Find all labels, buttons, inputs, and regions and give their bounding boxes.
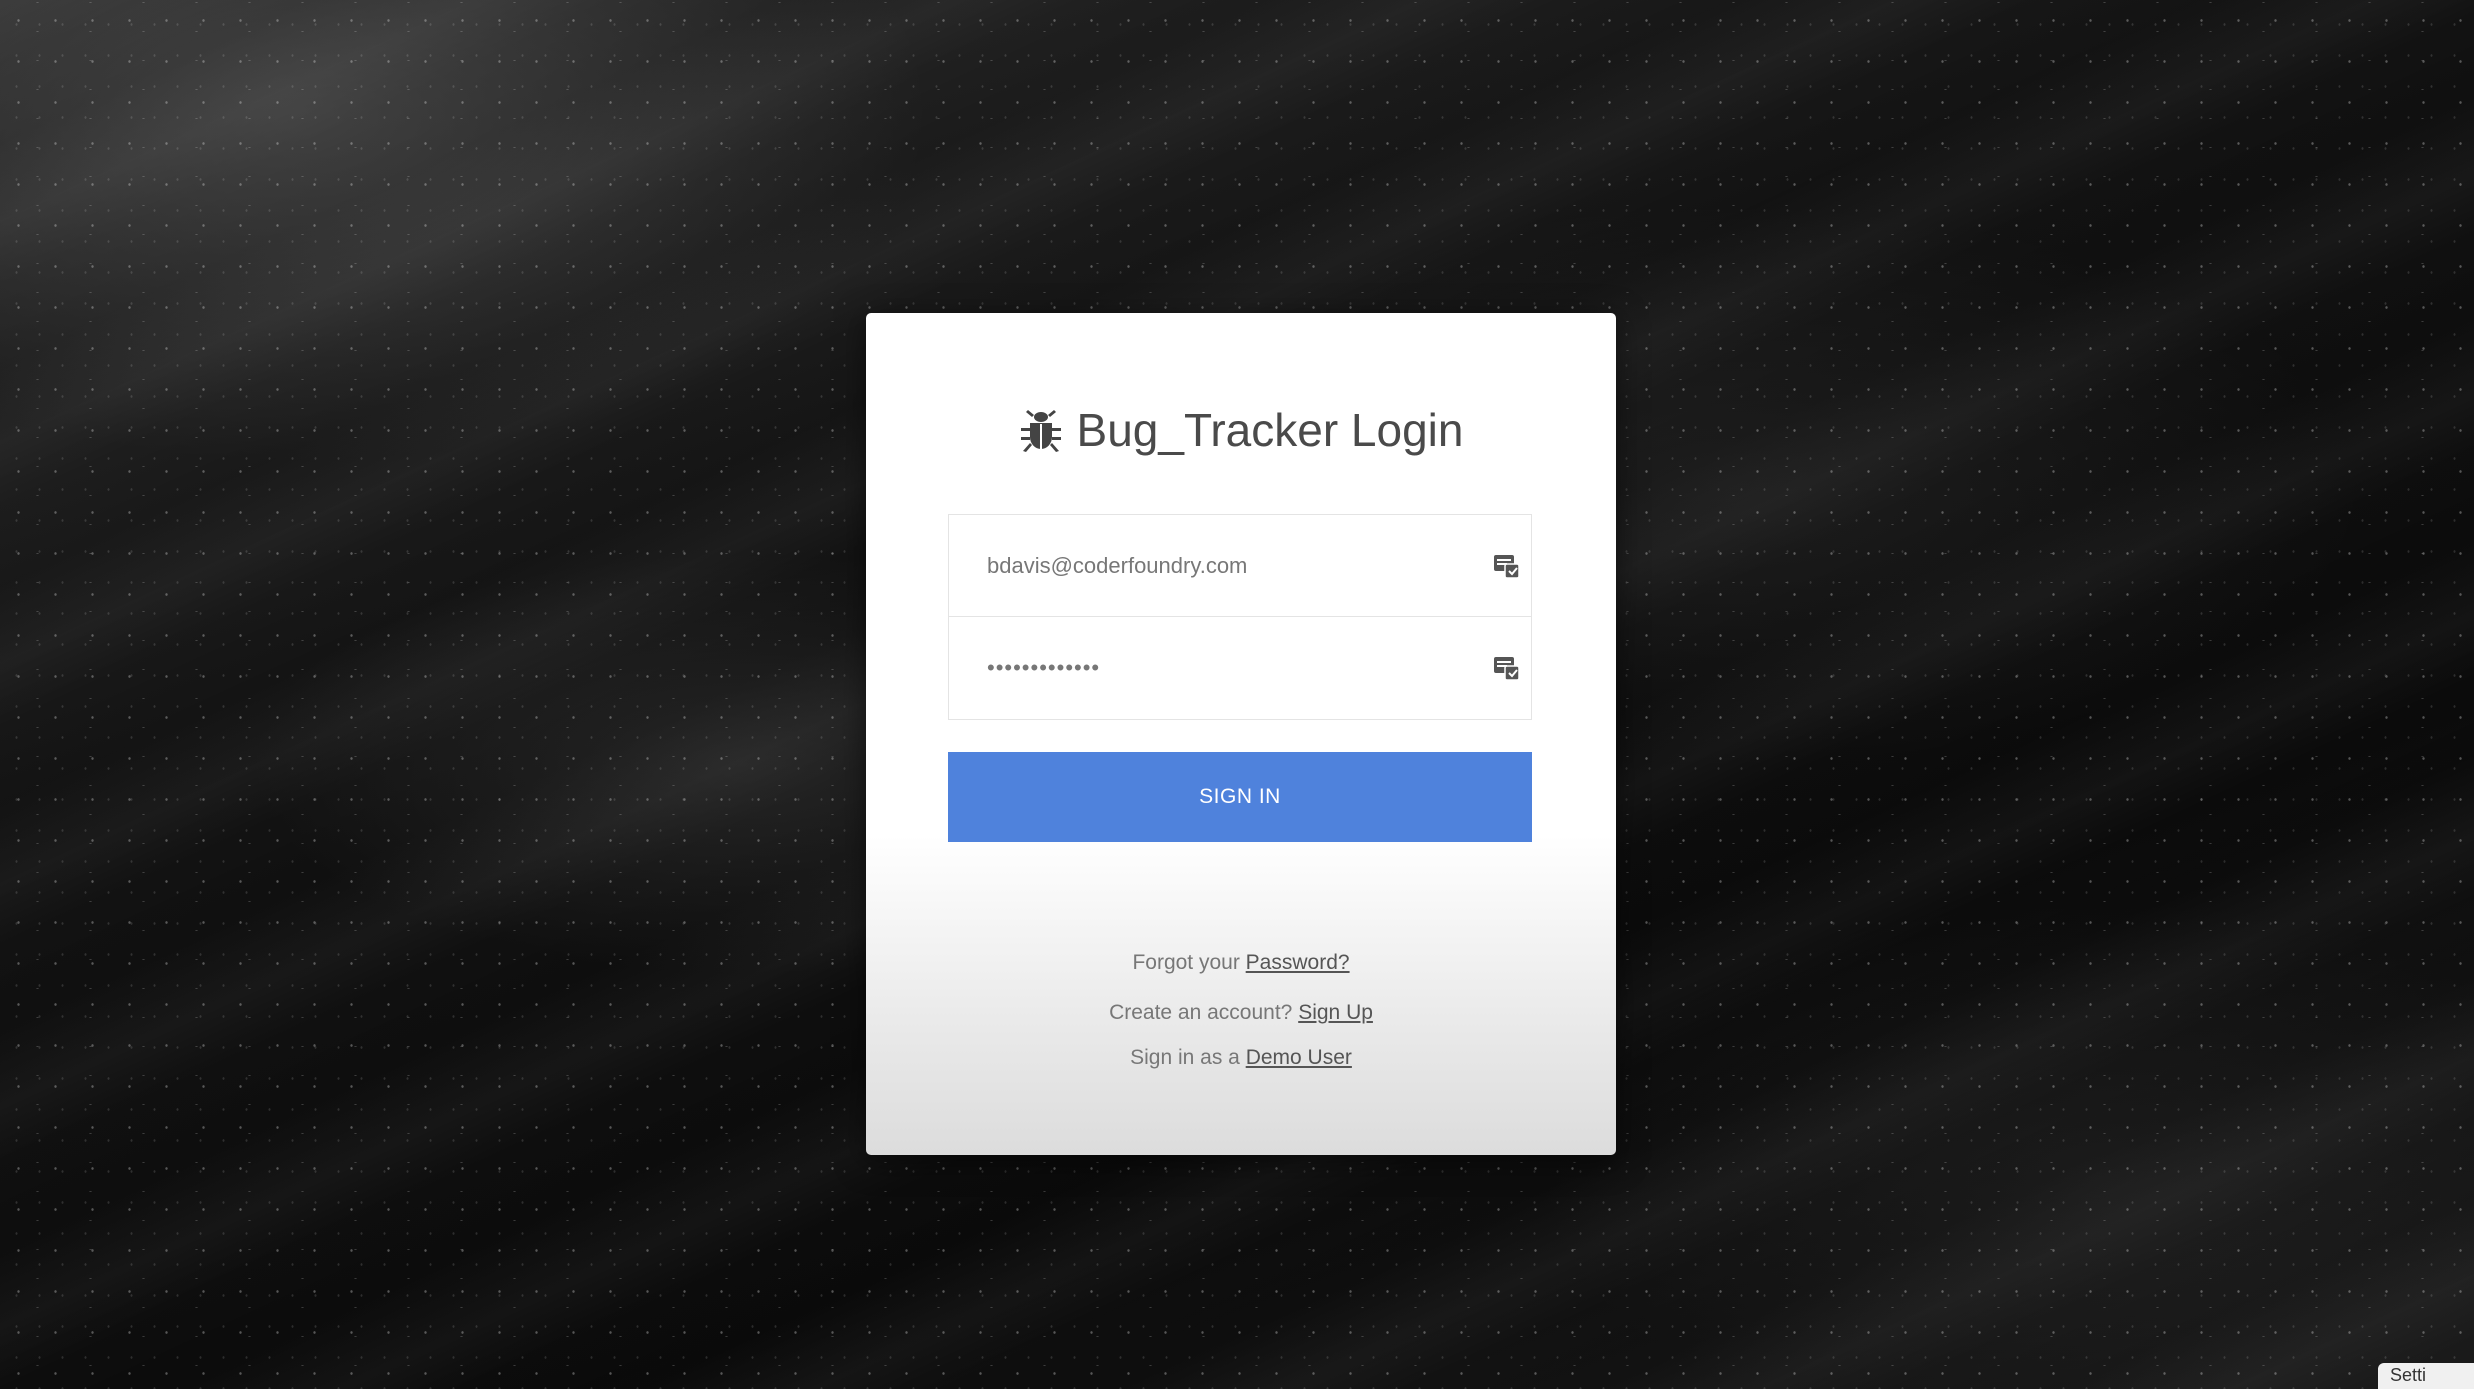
forgot-password-line: Forgot your Password? bbox=[866, 951, 1616, 975]
email-field-container bbox=[948, 514, 1532, 617]
sign-in-button[interactable]: SIGN IN bbox=[948, 752, 1532, 842]
create-account-prefix: Create an account? bbox=[1109, 1001, 1293, 1024]
create-account-line: Create an account? Sign Up bbox=[866, 1001, 1616, 1025]
forgot-password-link[interactable]: Password? bbox=[1246, 951, 1350, 974]
demo-user-prefix: Sign in as a bbox=[1130, 1046, 1240, 1069]
autofill-icon[interactable] bbox=[1493, 552, 1521, 580]
login-title: Bug_Tracker Login bbox=[866, 403, 1616, 457]
password-field[interactable] bbox=[949, 617, 1531, 719]
forgot-password-prefix: Forgot your bbox=[1132, 951, 1240, 974]
autofill-icon[interactable] bbox=[1493, 654, 1521, 682]
email-field[interactable] bbox=[949, 515, 1531, 616]
demo-user-line: Sign in as a Demo User bbox=[866, 1046, 1616, 1070]
login-card: Bug_Tracker Login SIGN IN Forgot your Pa… bbox=[866, 313, 1616, 1155]
bug-icon bbox=[1020, 410, 1061, 452]
login-title-text: Bug_Tracker Login bbox=[1076, 404, 1464, 456]
sign-up-link[interactable]: Sign Up bbox=[1298, 1001, 1373, 1024]
demo-user-link[interactable]: Demo User bbox=[1246, 1046, 1352, 1069]
password-field-container bbox=[948, 617, 1532, 720]
settings-tab[interactable]: Setti bbox=[2378, 1363, 2474, 1389]
